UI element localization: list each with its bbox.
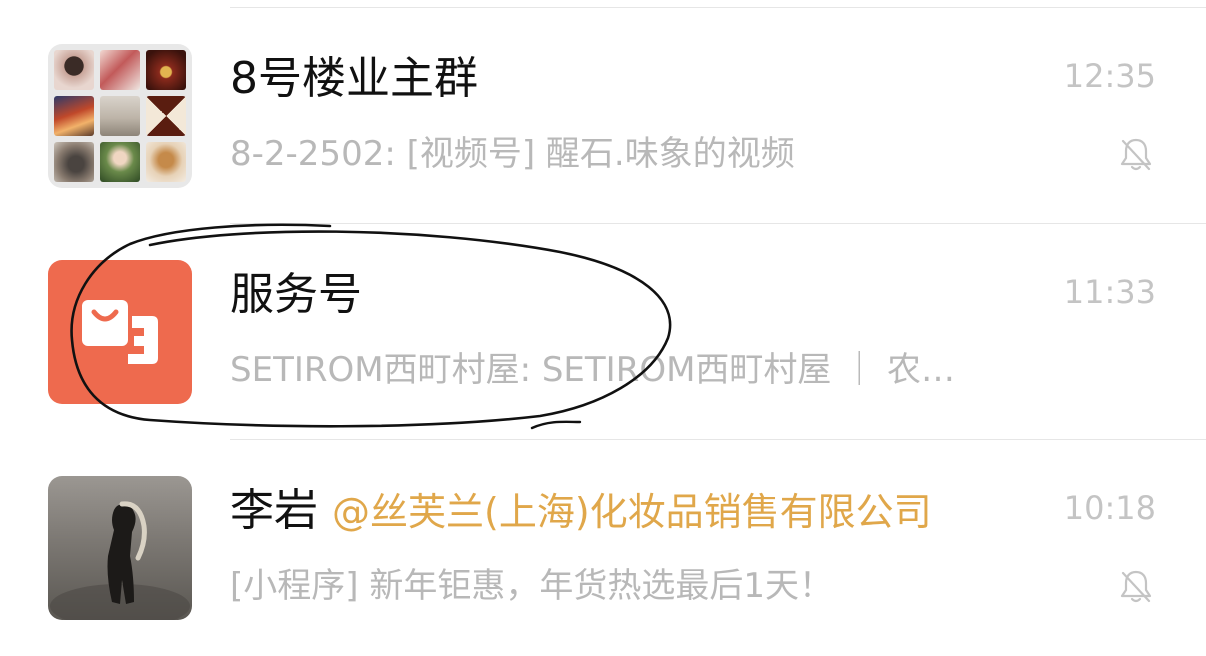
shopping-bag-icon — [82, 300, 158, 364]
group-member-avatar — [146, 50, 186, 90]
group-member-avatar — [100, 96, 140, 136]
person-silhouette-image — [50, 501, 190, 620]
group-member-avatar — [100, 50, 140, 90]
chat-row-service-accounts[interactable]: 服务号 11:33 SETIROM西町村屋: SETIROM西町村屋 ｜ 农… — [0, 224, 1206, 440]
contact-avatar[interactable] — [48, 476, 192, 620]
chat-row-owners-group[interactable]: 8号楼业主群 12:35 8-2-2502: [视频号] 醒石.味象的视频 — [0, 8, 1206, 224]
group-member-avatar — [54, 96, 94, 136]
group-avatar[interactable] — [48, 44, 192, 188]
group-member-avatar — [100, 142, 140, 182]
chat-name: 8号楼业主群 — [230, 53, 478, 104]
chat-preview: SETIROM西町村屋: SETIROM西町村屋 ｜ 农… — [230, 350, 956, 390]
chat-list: 8号楼业主群 12:35 8-2-2502: [视频号] 醒石.味象的视频 服务… — [0, 0, 1206, 633]
mention-tag: @丝芙兰(上海)化妆品销售有限公司 — [332, 490, 932, 534]
chat-time: 10:18 — [1063, 489, 1156, 527]
group-member-avatar — [146, 96, 186, 136]
chat-time: 11:33 — [1063, 273, 1156, 311]
chat-name: 服务号 — [230, 269, 362, 320]
chat-time: 12:35 — [1063, 57, 1156, 95]
bell-slash-icon — [1120, 570, 1152, 603]
chat-row-li-yan[interactable]: 李岩 @丝芙兰(上海)化妆品销售有限公司 10:18 [小程序] 新年钜惠，年货热… — [0, 440, 1206, 656]
chat-name: 李岩 @丝芙兰(上海)化妆品销售有限公司 — [230, 480, 932, 543]
bell-slash-icon — [1120, 138, 1152, 171]
group-member-avatar — [54, 50, 94, 90]
contact-name: 李岩 — [230, 485, 318, 536]
chat-preview: [小程序] 新年钜惠，年货热选最后1天！ — [230, 566, 833, 606]
chat-preview: 8-2-2502: [视频号] 醒石.味象的视频 — [230, 134, 795, 174]
service-account-avatar[interactable] — [48, 260, 192, 404]
group-member-avatar — [146, 142, 186, 182]
group-member-avatar — [54, 142, 94, 182]
